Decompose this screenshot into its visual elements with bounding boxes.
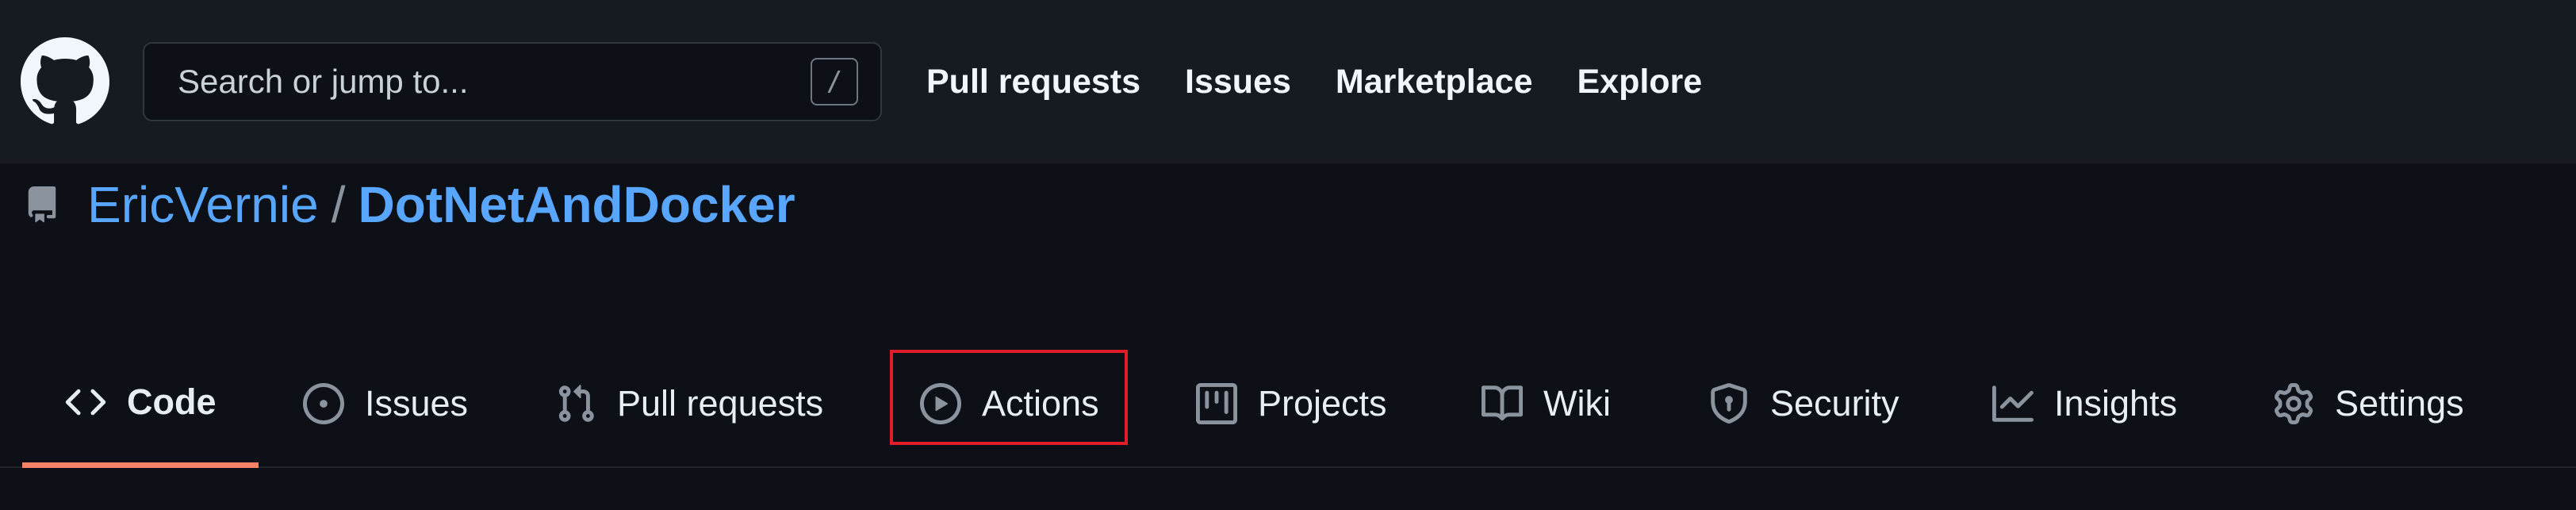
git-pull-request-icon (558, 384, 594, 422)
keyboard-shortcut-hint: / (811, 58, 858, 105)
repo-icon (24, 181, 63, 228)
tab-issues[interactable]: Issues (303, 341, 468, 466)
shield-icon (1711, 383, 1747, 424)
tab-settings[interactable]: Settings (2273, 341, 2464, 466)
search-placeholder: Search or jump to... (178, 63, 469, 100)
tab-code[interactable]: Code (22, 341, 259, 468)
tab-insights-label: Insights (2054, 383, 2178, 424)
tab-settings-label: Settings (2335, 383, 2464, 424)
repo-owner-link[interactable]: EricVernie (87, 175, 319, 234)
tab-actions-label: Actions (982, 383, 1099, 424)
graph-icon (1992, 385, 2034, 422)
table-icon (1196, 383, 1237, 424)
nav-marketplace[interactable]: Marketplace (1336, 63, 1533, 102)
nav-pull-requests[interactable]: Pull requests (926, 63, 1140, 102)
tab-insights[interactable]: Insights (1992, 341, 2177, 466)
search-input[interactable]: Search or jump to... / (143, 42, 882, 121)
repo-name-link[interactable]: DotNetAndDocker (358, 175, 795, 234)
code-icon (65, 389, 106, 415)
repo-tab-bar: Code Issues Pull requests Actions Projec… (0, 341, 2576, 468)
tab-wiki[interactable]: Wiki (1482, 341, 1611, 466)
global-nav: Pull requests Issues Marketplace Explore (926, 63, 1746, 102)
tab-pull-requests[interactable]: Pull requests (555, 341, 823, 466)
tab-security-label: Security (1770, 383, 1899, 424)
issue-opened-icon (303, 383, 344, 424)
repo-title: EricVernie / DotNetAndDocker (0, 157, 795, 252)
tab-projects[interactable]: Projects (1196, 341, 1387, 466)
tab-security[interactable]: Security (1708, 341, 1899, 466)
nav-issues[interactable]: Issues (1185, 63, 1291, 102)
tab-actions[interactable]: Actions (920, 341, 1099, 466)
global-header: Search or jump to... / Pull requests Iss… (0, 0, 2576, 163)
gear-icon (2274, 383, 2313, 424)
tab-pull-requests-label: Pull requests (617, 383, 824, 424)
tab-projects-label: Projects (1258, 383, 1387, 424)
nav-explore[interactable]: Explore (1577, 63, 1702, 102)
tab-issues-label: Issues (365, 383, 469, 424)
book-icon (1482, 385, 1523, 421)
github-logo-icon[interactable] (21, 37, 109, 126)
tab-wiki-label: Wiki (1543, 383, 1611, 424)
repo-path-separator: / (331, 176, 346, 233)
play-icon (920, 383, 961, 424)
tab-code-label: Code (127, 381, 217, 422)
